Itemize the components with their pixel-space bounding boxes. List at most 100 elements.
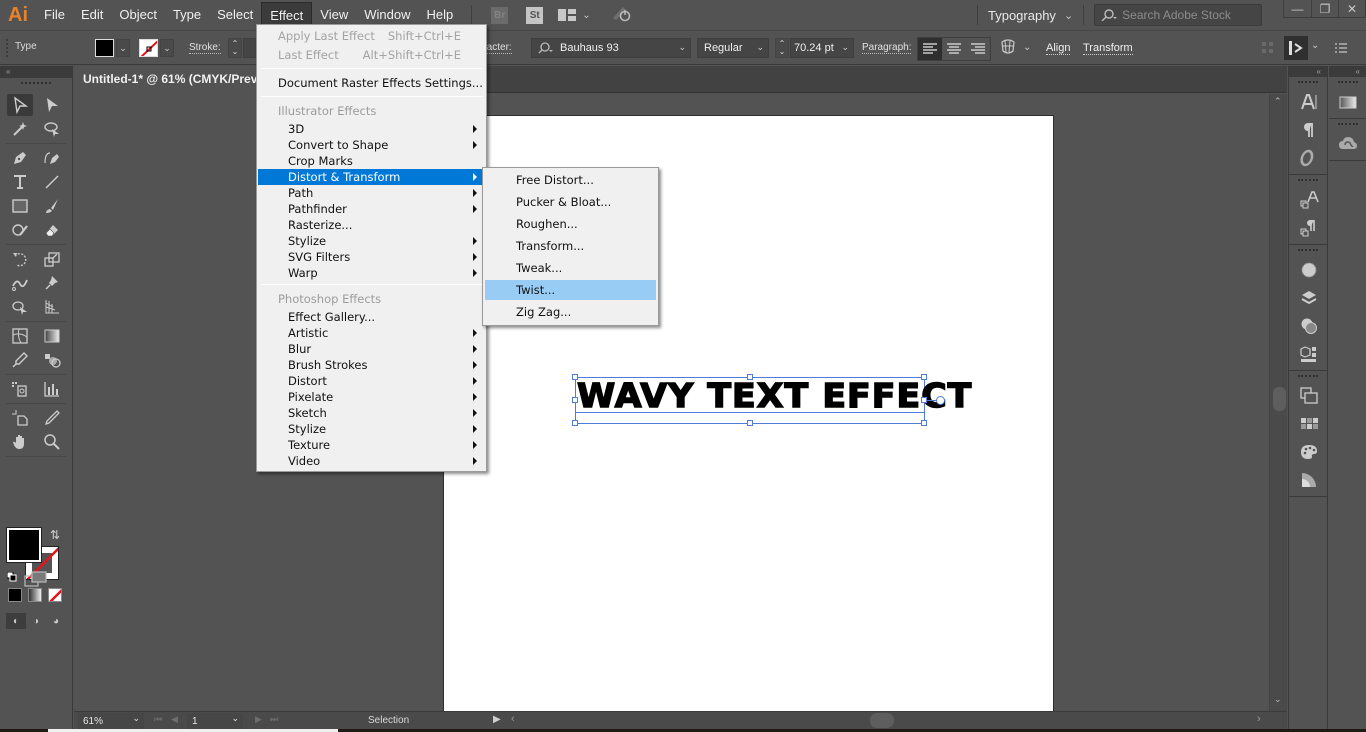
scale-tool[interactable]: [39, 248, 65, 270]
menu-item-artistic[interactable]: Artistic: [258, 325, 485, 341]
submenu-item-twist[interactable]: Twist...: [485, 280, 656, 300]
pen-tool[interactable]: [7, 147, 33, 169]
text-out-port[interactable]: [936, 396, 945, 405]
line-segment-tool[interactable]: [39, 171, 65, 193]
scroll-down-icon[interactable]: ⌄: [1274, 694, 1282, 705]
resize-handle-top-right[interactable]: [921, 374, 927, 380]
asset-export-panel-button[interactable]: [1289, 340, 1329, 368]
libraries-panel-button[interactable]: [1329, 130, 1366, 158]
menu-item-convert-to-shape[interactable]: Convert to Shape: [258, 137, 485, 153]
color-guide-panel-button[interactable]: [1289, 438, 1329, 466]
stroke-weight-field[interactable]: [243, 38, 257, 58]
magic-wand-tool[interactable]: [7, 118, 33, 140]
stroke-color-swatch[interactable]: [139, 39, 158, 57]
menu-item-texture[interactable]: Texture: [258, 437, 485, 453]
lasso-tool[interactable]: [39, 118, 65, 140]
menu-item-video[interactable]: Video: [258, 453, 485, 469]
panel-group-grip[interactable]: [1298, 179, 1318, 183]
artboard-number-field[interactable]: 1 ⌄: [187, 713, 243, 729]
gradient-button[interactable]: [28, 588, 42, 602]
collapse-tools-button[interactable]: «: [0, 66, 72, 78]
blend-tool[interactable]: [39, 349, 65, 371]
gpu-performance-button[interactable]: [611, 4, 631, 27]
artboards-panel-button[interactable]: [1289, 382, 1329, 410]
resize-handle-bottom-left[interactable]: [572, 420, 578, 426]
align-center-button[interactable]: [942, 38, 966, 60]
tool-status-label[interactable]: Selection: [368, 715, 409, 726]
fill-dropdown[interactable]: ⌄: [116, 39, 130, 57]
last-artboard-icon[interactable]: ⏭: [270, 714, 278, 725]
panel-group-grip[interactable]: [1337, 81, 1358, 85]
submenu-item-roughen[interactable]: Roughen...: [485, 214, 656, 234]
puppet-warp-tool[interactable]: [39, 272, 65, 294]
swatches-panel-button[interactable]: [1289, 410, 1329, 438]
rotate-tool[interactable]: [7, 248, 33, 270]
panel-group-grip[interactable]: [1298, 249, 1318, 253]
width-tool[interactable]: [7, 272, 33, 294]
resize-handle-bottom-right[interactable]: [921, 420, 927, 426]
swap-fill-stroke-icon[interactable]: ⇅: [50, 528, 60, 542]
close-button[interactable]: ✕: [1338, 0, 1365, 18]
layers-panel-button[interactable]: [1289, 284, 1329, 312]
submenu-item-transform[interactable]: Transform...: [485, 236, 656, 256]
submenu-item-zig-zag[interactable]: Zig Zag...: [485, 302, 656, 322]
menu-item-last-effect[interactable]: Last Effect Alt+Shift+Ctrl+E: [258, 47, 485, 63]
font-size-stepper[interactable]: ⌃ ⌄: [775, 38, 789, 58]
shape-builder-tool[interactable]: [7, 296, 33, 318]
control-bar-grip[interactable]: [6, 39, 8, 57]
gradient-panel-button[interactable]: [1329, 88, 1366, 116]
hand-tool[interactable]: [7, 431, 33, 453]
draw-normal-button[interactable]: ◐: [6, 613, 26, 629]
draw-inside-button[interactable]: ◕: [46, 613, 66, 629]
envelope-warp-button[interactable]: ⌄: [999, 39, 1031, 55]
artboard-text[interactable]: WAVY TEXT EFFECT: [576, 375, 972, 416]
resize-handle-top[interactable]: [747, 374, 753, 380]
rectangle-tool[interactable]: [7, 195, 33, 217]
artboard-tool[interactable]: [7, 407, 33, 429]
align-panel-link[interactable]: Align: [1046, 42, 1071, 55]
direct-selection-tool[interactable]: [39, 94, 65, 116]
paragraph-panel-button[interactable]: [1289, 116, 1329, 144]
submenu-item-tweak[interactable]: Tweak...: [485, 258, 656, 278]
vertical-scrollbar[interactable]: ⌃ ⌄: [1269, 94, 1287, 711]
menu-item-warp[interactable]: Warp: [258, 265, 485, 281]
menu-type[interactable]: Type: [165, 2, 209, 28]
perspective-grid-tool[interactable]: [39, 296, 65, 318]
workspace-switcher[interactable]: Typography: [988, 8, 1056, 23]
menu-item-3d[interactable]: 3D: [258, 121, 485, 137]
resize-handle-top-left[interactable]: [572, 374, 578, 380]
menu-item-distort-transform[interactable]: Distort & Transform: [258, 169, 485, 185]
status-menu-arrow-icon[interactable]: ▶: [493, 714, 501, 725]
eraser-tool[interactable]: [39, 219, 65, 241]
selection-tool[interactable]: [7, 94, 33, 116]
menu-item-brush-strokes[interactable]: Brush Strokes: [258, 357, 485, 373]
menu-item-pathfinder[interactable]: Pathfinder: [258, 201, 485, 217]
curvature-tool[interactable]: [39, 147, 65, 169]
submenu-item-free-distort[interactable]: Free Distort...: [485, 170, 656, 190]
font-style-field[interactable]: Regular ⌄: [697, 38, 769, 58]
first-artboard-icon[interactable]: ⏮: [154, 714, 162, 725]
horizontal-scroll-thumb[interactable]: [870, 713, 894, 728]
eyedropper-tool[interactable]: [7, 349, 33, 371]
menu-edit[interactable]: Edit: [73, 2, 111, 28]
font-size-field[interactable]: 70.24 pt ⌄: [790, 38, 854, 58]
menu-item-distort[interactable]: Distort: [258, 373, 485, 389]
shaper-tool[interactable]: [7, 219, 33, 241]
bridge-button[interactable]: Br: [491, 6, 509, 24]
restore-button[interactable]: ❐: [1311, 0, 1338, 18]
color-panel-button[interactable]: [1289, 466, 1329, 494]
scroll-left-icon[interactable]: ‹: [511, 713, 515, 725]
control-panel-menu-button[interactable]: [1335, 41, 1347, 59]
none-button[interactable]: [48, 588, 62, 602]
type-tool[interactable]: [7, 171, 33, 193]
character-styles-panel-button[interactable]: [1289, 186, 1329, 214]
panel-group-grip[interactable]: [1337, 123, 1358, 127]
color-button[interactable]: [8, 588, 22, 602]
scroll-right-icon[interactable]: ›: [1257, 713, 1261, 725]
slice-tool[interactable]: [39, 407, 65, 429]
collapse-dock-button[interactable]: «: [1329, 66, 1366, 77]
character-panel-button[interactable]: [1289, 88, 1329, 116]
menu-item-pixelate[interactable]: Pixelate: [258, 389, 485, 405]
document-tab[interactable]: Untitled-1* @ 61% (CMYK/Preview): [74, 66, 274, 93]
stroke-label[interactable]: Stroke:: [189, 42, 221, 54]
